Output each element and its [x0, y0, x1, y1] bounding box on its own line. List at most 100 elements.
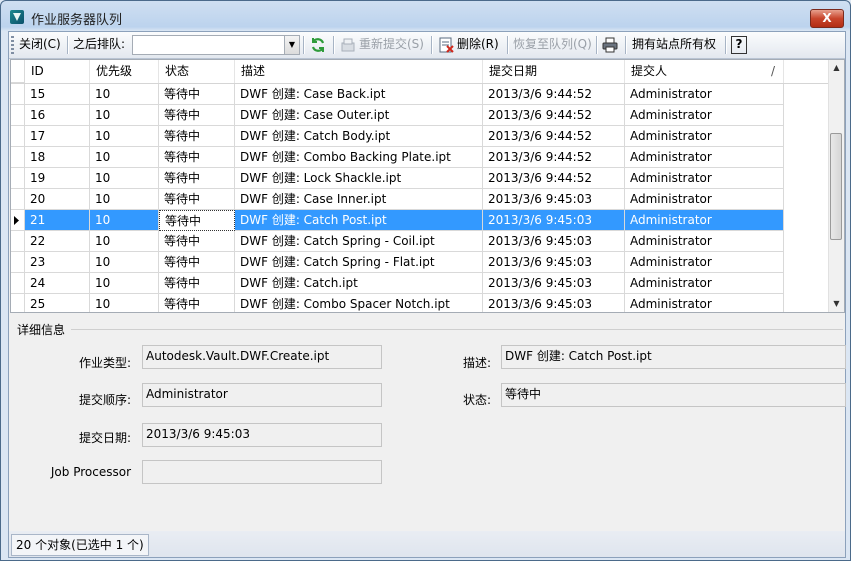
cell-submitter[interactable]: Administrator — [625, 294, 784, 312]
chevron-down-icon[interactable]: ▼ — [284, 36, 299, 54]
cell-id[interactable]: 18 — [25, 147, 90, 168]
description-field[interactable]: DWF 创建: Catch Post.ipt — [501, 345, 846, 369]
cell-submitter[interactable]: Administrator — [625, 252, 784, 273]
table-row[interactable]: 21 10 等待中 DWF 创建: Catch Post.ipt 2013/3/6 9:… — [11, 210, 828, 231]
cell-status[interactable]: 等待中 — [159, 168, 235, 189]
table-row[interactable]: 20 10 等待中 DWF 创建: Case Inner.ipt 2013/3/6 9:… — [11, 189, 828, 210]
cell-submitter[interactable]: Administrator — [625, 84, 784, 105]
column-header-id[interactable]: ID — [25, 60, 90, 83]
table-row[interactable]: 16 10 等待中 DWF 创建: Case Outer.ipt 2013/3/6 9:… — [11, 105, 828, 126]
cell-priority[interactable]: 10 — [90, 231, 159, 252]
cell-description[interactable]: DWF 创建: Case Back.ipt — [235, 84, 483, 105]
vertical-scrollbar[interactable]: ▲ ▼ — [828, 60, 844, 312]
cell-submitter[interactable]: Administrator — [625, 273, 784, 294]
column-header-submit-date[interactable]: 提交日期 — [483, 60, 625, 83]
cell-submitter[interactable]: Administrator — [625, 231, 784, 252]
cell-description[interactable]: DWF 创建: Lock Shackle.ipt — [235, 168, 483, 189]
cell-status[interactable]: 等待中 — [159, 126, 235, 147]
cell-id[interactable]: 20 — [25, 189, 90, 210]
cell-submitter[interactable]: Administrator — [625, 168, 784, 189]
row-header[interactable] — [11, 126, 25, 147]
scroll-thumb[interactable] — [830, 133, 842, 240]
cell-id[interactable]: 23 — [25, 252, 90, 273]
column-header-description[interactable]: 描述 — [235, 60, 483, 83]
cell-submit-date[interactable]: 2013/3/6 9:44:52 — [483, 105, 625, 126]
column-header-status[interactable]: 状态 — [159, 60, 235, 83]
cell-description[interactable]: DWF 创建: Combo Backing Plate.ipt — [235, 147, 483, 168]
cell-description[interactable]: DWF 创建: Catch Body.ipt — [235, 126, 483, 147]
row-header[interactable] — [11, 168, 25, 189]
resubmit-button[interactable]: 重新提交(S) — [340, 34, 424, 54]
row-header[interactable] — [11, 189, 25, 210]
cell-submit-date[interactable]: 2013/3/6 9:45:03 — [483, 273, 625, 294]
job-processor-field[interactable] — [142, 460, 382, 484]
column-header-priority[interactable]: 优先级 — [90, 60, 159, 83]
restore-to-queue-button[interactable]: 恢复至队列(Q) — [513, 34, 592, 54]
cell-priority[interactable]: 10 — [90, 126, 159, 147]
table-row[interactable]: 22 10 等待中 DWF 创建: Catch Spring - Coil.ipt 20… — [11, 231, 828, 252]
cell-id[interactable]: 21 — [25, 210, 90, 231]
cell-status[interactable]: 等待中 — [159, 231, 235, 252]
print-button[interactable] — [602, 34, 621, 54]
table-row[interactable]: 19 10 等待中 DWF 创建: Lock Shackle.ipt 2013/3/6 … — [11, 168, 828, 189]
cell-status[interactable]: 等待中 — [159, 210, 235, 231]
cell-id[interactable]: 15 — [25, 84, 90, 105]
cell-submit-date[interactable]: 2013/3/6 9:44:52 — [483, 147, 625, 168]
submit-date-field[interactable]: 2013/3/6 9:45:03 — [142, 423, 382, 447]
take-site-ownership-button[interactable]: 拥有站点所有权 — [632, 34, 716, 54]
cell-status[interactable]: 等待中 — [159, 105, 235, 126]
cell-priority[interactable]: 10 — [90, 189, 159, 210]
cell-submitter[interactable]: Administrator — [625, 126, 784, 147]
column-header-submitter[interactable]: 提交人 / — [625, 60, 784, 83]
delete-button[interactable]: 删除(R) — [438, 34, 499, 54]
row-header[interactable] — [11, 231, 25, 252]
cell-submit-date[interactable]: 2013/3/6 9:45:03 — [483, 231, 625, 252]
cell-priority[interactable]: 10 — [90, 84, 159, 105]
window-close-button[interactable]: X — [810, 9, 844, 28]
table-row[interactable]: 24 10 等待中 DWF 创建: Catch.ipt 2013/3/6 9:45:03… — [11, 273, 828, 294]
cell-id[interactable]: 19 — [25, 168, 90, 189]
cell-status[interactable]: 等待中 — [159, 294, 235, 312]
cell-id[interactable]: 16 — [25, 105, 90, 126]
row-header[interactable] — [11, 294, 25, 312]
cell-priority[interactable]: 10 — [90, 168, 159, 189]
cell-description[interactable]: DWF 创建: Catch Spring - Flat.ipt — [235, 252, 483, 273]
cell-submitter[interactable]: Administrator — [625, 210, 784, 231]
cell-submit-date[interactable]: 2013/3/6 9:45:03 — [483, 252, 625, 273]
job-type-field[interactable]: Autodesk.Vault.DWF.Create.ipt — [142, 345, 382, 369]
cell-id[interactable]: 17 — [25, 126, 90, 147]
refresh-button[interactable] — [310, 34, 329, 54]
requeue-after-combo[interactable]: ▼ — [132, 35, 300, 55]
cell-submit-date[interactable]: 2013/3/6 9:45:03 — [483, 210, 625, 231]
table-row[interactable]: 17 10 等待中 DWF 创建: Catch Body.ipt 2013/3/6 9:… — [11, 126, 828, 147]
cell-description[interactable]: DWF 创建: Case Inner.ipt — [235, 189, 483, 210]
job-queue-table[interactable]: ID 优先级 状态 描述 提交日期 提交人/ 15 10 等待中 DWF 创建: Ca… — [10, 59, 845, 313]
row-header[interactable] — [11, 273, 25, 294]
cell-priority[interactable]: 10 — [90, 273, 159, 294]
cell-submitter[interactable]: Administrator — [625, 189, 784, 210]
status-field[interactable]: 等待中 — [501, 383, 846, 407]
cell-submit-date[interactable]: 2013/3/6 9:45:03 — [483, 294, 625, 312]
cell-id[interactable]: 25 — [25, 294, 90, 312]
cell-priority[interactable]: 10 — [90, 105, 159, 126]
row-header[interactable] — [11, 84, 25, 105]
cell-submit-date[interactable]: 2013/3/6 9:45:03 — [483, 189, 625, 210]
cell-id[interactable]: 22 — [25, 231, 90, 252]
help-button[interactable]: ? — [731, 36, 747, 54]
cell-status[interactable]: 等待中 — [159, 147, 235, 168]
table-row[interactable]: 25 10 等待中 DWF 创建: Combo Spacer Notch.ipt 201… — [11, 294, 828, 312]
cell-description[interactable]: DWF 创建: Catch Post.ipt — [235, 210, 483, 231]
table-row[interactable]: 18 10 等待中 DWF 创建: Combo Backing Plate.ipt 20… — [11, 147, 828, 168]
cell-submit-date[interactable]: 2013/3/6 9:44:52 — [483, 84, 625, 105]
cell-status[interactable]: 等待中 — [159, 252, 235, 273]
row-pointer-icon[interactable] — [11, 210, 25, 231]
submit-order-field[interactable]: Administrator — [142, 383, 382, 407]
cell-priority[interactable]: 10 — [90, 210, 159, 231]
close-button[interactable]: 关闭(C) — [19, 34, 61, 54]
row-header[interactable] — [11, 252, 25, 273]
cell-submit-date[interactable]: 2013/3/6 9:44:52 — [483, 168, 625, 189]
cell-description[interactable]: DWF 创建: Catch Spring - Coil.ipt — [235, 231, 483, 252]
cell-id[interactable]: 24 — [25, 273, 90, 294]
row-header[interactable] — [11, 105, 25, 126]
cell-status[interactable]: 等待中 — [159, 189, 235, 210]
